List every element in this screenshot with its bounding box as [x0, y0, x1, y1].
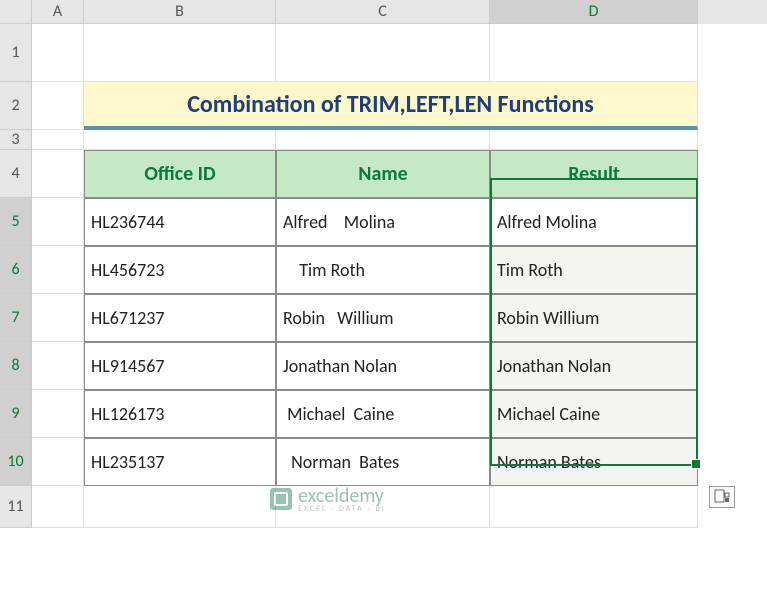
row-header-8[interactable]: 8	[0, 342, 32, 390]
cell-name-5[interactable]: Norman Bates	[276, 438, 490, 486]
cell-d1[interactable]	[490, 24, 698, 82]
row-header-7[interactable]: 7	[0, 294, 32, 342]
watermark: exceldemy EXCEL · DATA · BI	[270, 484, 386, 514]
cell-c3[interactable]	[276, 130, 490, 150]
cell-b11[interactable]	[84, 486, 276, 528]
header-office-id[interactable]: Office ID	[84, 150, 276, 198]
row-header-6[interactable]: 6	[0, 246, 32, 294]
col-header-a[interactable]: A	[32, 0, 84, 24]
paste-options-button[interactable]	[709, 486, 735, 508]
cell-b3[interactable]	[84, 130, 276, 150]
cell-result-4[interactable]: Michael Caine	[490, 390, 698, 438]
spreadsheet-grid: A B C D 1 2 Combination of TRIM,LEFT,LEN…	[0, 0, 767, 528]
row-8: 8 HL914567 Jonathan Nolan Jonathan Nolan	[0, 342, 767, 390]
cell-officeid-3[interactable]: HL914567	[84, 342, 276, 390]
cell-a1[interactable]	[32, 24, 84, 82]
col-header-d[interactable]: D	[490, 0, 698, 24]
row-7: 7 HL671237 Robin Willium Robin Willium	[0, 294, 767, 342]
row-header-4[interactable]: 4	[0, 150, 32, 198]
exceldemy-logo-icon	[270, 488, 292, 510]
row-header-3[interactable]: 3	[0, 130, 32, 150]
cell-result-0[interactable]: Alfred Molina	[490, 198, 698, 246]
cell-b1[interactable]	[84, 24, 276, 82]
row-9: 9 HL126173 Michael Caine Michael Caine	[0, 390, 767, 438]
cell-officeid-0[interactable]: HL236744	[84, 198, 276, 246]
row-10: 10 HL235137 Norman Bates Norman Bates	[0, 438, 767, 486]
cell-a8[interactable]	[32, 342, 84, 390]
cell-a6[interactable]	[32, 246, 84, 294]
row-2: 2 Combination of TRIM,LEFT,LEN Functions	[0, 82, 767, 130]
row-header-5[interactable]: 5	[0, 198, 32, 246]
row-header-10[interactable]: 10	[0, 438, 32, 486]
cell-a9[interactable]	[32, 390, 84, 438]
cell-a5[interactable]	[32, 198, 84, 246]
row-header-2[interactable]: 2	[0, 82, 32, 130]
cell-a7[interactable]	[32, 294, 84, 342]
header-result[interactable]: Result	[490, 150, 698, 198]
cell-name-0[interactable]: Alfred Molina	[276, 198, 490, 246]
cell-a11[interactable]	[32, 486, 84, 528]
cell-officeid-5[interactable]: HL235137	[84, 438, 276, 486]
cell-result-3[interactable]: Jonathan Nolan	[490, 342, 698, 390]
row-header-11[interactable]: 11	[0, 486, 32, 528]
cell-d11[interactable]	[490, 486, 698, 528]
cell-name-4[interactable]: Michael Caine	[276, 390, 490, 438]
watermark-text-wrap: exceldemy EXCEL · DATA · BI	[298, 484, 386, 514]
title-cell[interactable]: Combination of TRIM,LEFT,LEN Functions	[84, 82, 698, 130]
select-all-corner[interactable]	[0, 0, 32, 24]
cell-result-2[interactable]: Robin Willium	[490, 294, 698, 342]
row-1: 1	[0, 24, 767, 82]
cell-officeid-2[interactable]: HL671237	[84, 294, 276, 342]
cell-d3[interactable]	[490, 130, 698, 150]
col-header-b[interactable]: B	[84, 0, 276, 24]
column-headers-row: A B C D	[0, 0, 767, 24]
cell-a3[interactable]	[32, 130, 84, 150]
paste-options-icon	[714, 489, 730, 505]
watermark-subtitle: EXCEL · DATA · BI	[298, 504, 386, 514]
cell-a4[interactable]	[32, 150, 84, 198]
row-5: 5 HL236744 Alfred Molina Alfred Molina	[0, 198, 767, 246]
col-header-c[interactable]: C	[276, 0, 490, 24]
cell-name-3[interactable]: Jonathan Nolan	[276, 342, 490, 390]
row-3: 3	[0, 130, 767, 150]
row-4: 4 Office ID Name Result	[0, 150, 767, 198]
row-header-9[interactable]: 9	[0, 390, 32, 438]
cell-a2[interactable]	[32, 82, 84, 130]
cell-a10[interactable]	[32, 438, 84, 486]
cell-name-1[interactable]: Tim Roth	[276, 246, 490, 294]
row-header-1[interactable]: 1	[0, 24, 32, 82]
header-name[interactable]: Name	[276, 150, 490, 198]
row-6: 6 HL456723 Tim Roth Tim Roth	[0, 246, 767, 294]
cell-officeid-1[interactable]: HL456723	[84, 246, 276, 294]
cell-c1[interactable]	[276, 24, 490, 82]
cell-officeid-4[interactable]: HL126173	[84, 390, 276, 438]
cell-result-1[interactable]: Tim Roth	[490, 246, 698, 294]
cell-name-2[interactable]: Robin Willium	[276, 294, 490, 342]
cell-result-5[interactable]: Norman Bates	[490, 438, 698, 486]
